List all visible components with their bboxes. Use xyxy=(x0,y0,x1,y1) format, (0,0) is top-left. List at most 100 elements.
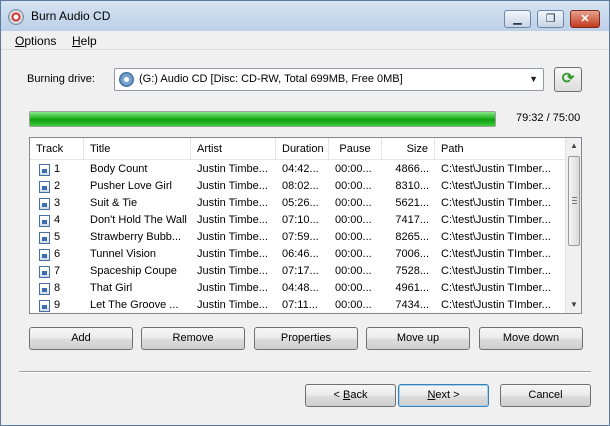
column-path[interactable]: Path xyxy=(435,138,565,160)
next-button[interactable]: Next > xyxy=(398,384,489,407)
cell-size: 7528... xyxy=(395,265,429,277)
cell-duration: 07:59... xyxy=(282,231,319,243)
column-size[interactable]: Size xyxy=(382,138,435,160)
remove-button[interactable]: Remove xyxy=(141,327,245,350)
refresh-button[interactable]: ⟳ xyxy=(554,67,582,92)
scroll-up-arrow-icon[interactable]: ▲ xyxy=(566,138,582,154)
column-pause[interactable]: Pause xyxy=(329,138,382,160)
cell-pause: 00:00... xyxy=(335,197,372,209)
burn-progress-bar xyxy=(29,111,496,127)
audio-file-icon xyxy=(39,249,50,261)
column-track[interactable]: Track xyxy=(30,138,84,160)
cell-track: 2 xyxy=(54,180,61,192)
cell-track: 6 xyxy=(54,248,61,260)
properties-button[interactable]: Properties xyxy=(254,327,358,350)
table-row[interactable]: 8 That Girl Justin Timbe... 04:48... 00:00..… xyxy=(30,280,565,297)
cancel-button[interactable]: Cancel xyxy=(500,384,591,407)
back-button[interactable]: < Back xyxy=(305,384,396,407)
cell-duration: 05:26... xyxy=(282,197,319,209)
cell-title: Body Count xyxy=(90,163,148,175)
table-row[interactable]: 7 Spaceship Coupe Justin Timbe... 07:17... 0… xyxy=(30,263,565,280)
column-artist[interactable]: Artist xyxy=(191,138,276,160)
track-list-scrollbar[interactable]: ▲ ▼ xyxy=(565,138,581,313)
time-used-text: 79:32 / 75:00 xyxy=(516,112,581,124)
cell-title: Tunnel Vision xyxy=(90,248,157,260)
grip-line xyxy=(572,197,577,198)
burning-drive-select[interactable]: (G:) Audio CD [Disc: CD-RW, Total 699MB,… xyxy=(114,68,544,91)
table-row[interactable]: 3 Suit & Tie Justin Timbe... 05:26... 00:00.… xyxy=(30,195,565,212)
cell-size: 7434... xyxy=(395,299,429,311)
cell-size: 8265... xyxy=(395,231,429,243)
table-row[interactable]: 9 Let The Groove ... Justin Timbe... 07:11.… xyxy=(30,297,565,313)
cell-path: C:\test\Justin TImber... xyxy=(441,231,551,243)
cell-track: 8 xyxy=(54,282,61,294)
audio-file-icon xyxy=(39,215,50,227)
column-duration[interactable]: Duration xyxy=(276,138,329,160)
cell-path: C:\test\Justin TImber... xyxy=(441,180,551,192)
cell-artist: Justin Timbe... xyxy=(197,214,268,226)
window-title: Burn Audio CD xyxy=(31,9,111,23)
add-button[interactable]: Add xyxy=(29,327,133,350)
menu-options[interactable]: Options xyxy=(15,34,56,48)
cell-track: 4 xyxy=(54,214,61,226)
cell-path: C:\test\Justin TImber... xyxy=(441,248,551,260)
scroll-thumb[interactable] xyxy=(568,156,580,246)
cell-size: 8310... xyxy=(395,180,429,192)
cell-duration: 04:42... xyxy=(282,163,319,175)
cell-pause: 00:00... xyxy=(335,163,372,175)
grip-line xyxy=(572,200,577,201)
cell-artist: Justin Timbe... xyxy=(197,197,268,209)
cell-pause: 00:00... xyxy=(335,282,372,294)
maximize-button[interactable]: ❐ xyxy=(537,10,564,28)
cell-artist: Justin Timbe... xyxy=(197,231,268,243)
move-down-button[interactable]: Move down xyxy=(479,327,583,350)
menu-options-accel: O xyxy=(15,34,25,48)
cell-pause: 00:00... xyxy=(335,231,372,243)
cell-track: 7 xyxy=(54,265,61,277)
menu-help-label: elp xyxy=(80,34,97,48)
chevron-down-icon[interactable]: ▼ xyxy=(529,74,538,84)
cell-title: Pusher Love Girl xyxy=(90,180,172,192)
cell-path: C:\test\Justin TImber... xyxy=(441,282,551,294)
cell-artist: Justin Timbe... xyxy=(197,265,268,277)
close-button[interactable]: ✕ xyxy=(570,10,600,28)
cell-duration: 07:17... xyxy=(282,265,319,277)
cell-title: Don't Hold The Wall xyxy=(90,214,187,226)
move-up-button[interactable]: Move up xyxy=(366,327,470,350)
title-bar[interactable]: Burn Audio CD ▁ ❐ ✕ xyxy=(1,1,609,31)
menu-help-accel: H xyxy=(72,34,81,48)
cell-size: 7006... xyxy=(395,248,429,260)
cell-track: 3 xyxy=(54,197,61,209)
cell-size: 4961... xyxy=(395,282,429,294)
audio-file-icon xyxy=(39,164,50,176)
audio-file-icon xyxy=(39,283,50,295)
cd-drive-icon xyxy=(119,72,134,87)
minimize-button[interactable]: ▁ xyxy=(504,10,531,28)
cell-artist: Justin Timbe... xyxy=(197,180,268,192)
table-row[interactable]: 1 Body Count Justin Timbe... 04:42... 00:00.… xyxy=(30,161,565,178)
table-row[interactable]: 6 Tunnel Vision Justin Timbe... 06:46... 00:… xyxy=(30,246,565,263)
scroll-down-arrow-icon[interactable]: ▼ xyxy=(566,297,582,313)
cell-duration: 07:10... xyxy=(282,214,319,226)
cell-pause: 00:00... xyxy=(335,214,372,226)
table-row[interactable]: 5 Strawberry Bubb... Justin Timbe... 07:59.… xyxy=(30,229,565,246)
cd-app-icon xyxy=(8,9,24,25)
cell-path: C:\test\Justin TImber... xyxy=(441,214,551,226)
back-button-label: ack xyxy=(350,389,368,401)
menu-options-label: ptions xyxy=(24,34,57,48)
separator-line xyxy=(19,371,591,373)
audio-file-icon xyxy=(39,198,50,210)
cell-title: Strawberry Bubb... xyxy=(90,231,182,243)
cell-path: C:\test\Justin TImber... xyxy=(441,265,551,277)
table-row[interactable]: 4 Don't Hold The Wall Justin Timbe... 07:10… xyxy=(30,212,565,229)
table-row[interactable]: 2 Pusher Love Girl Justin Timbe... 08:02...… xyxy=(30,178,565,195)
progress-fill xyxy=(30,112,495,126)
menu-help[interactable]: Help xyxy=(72,34,97,48)
cell-track: 5 xyxy=(54,231,61,243)
cell-path: C:\test\Justin TImber... xyxy=(441,299,551,311)
cell-duration: 06:46... xyxy=(282,248,319,260)
track-list[interactable]: Track Title Artist Duration Pause Size P… xyxy=(29,137,582,314)
audio-file-icon xyxy=(39,181,50,193)
track-rows: 1 Body Count Justin Timbe... 04:42... 00:00.… xyxy=(30,161,565,313)
column-title[interactable]: Title xyxy=(84,138,191,160)
